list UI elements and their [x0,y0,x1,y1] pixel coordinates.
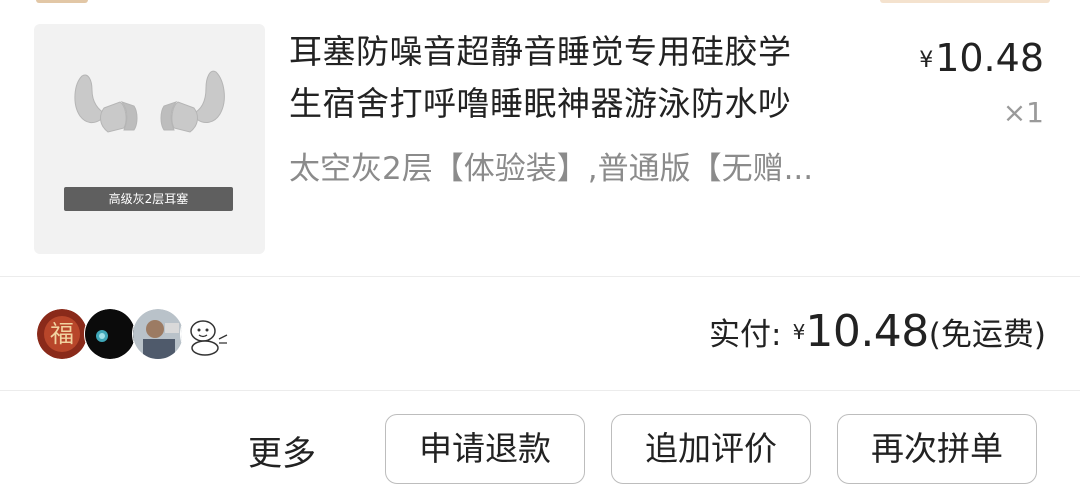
product-thumbnail[interactable]: 高级灰2层耳塞 [34,24,265,254]
avatar-fu: 福 [36,308,88,360]
avatar-photo [132,308,184,360]
group-avatars[interactable]: 福 [36,308,236,360]
paid-amount: 10.48 [805,306,929,357]
divider-1 [0,276,1080,277]
product-title[interactable]: 耳塞防噪音超静音睡觉专用硅胶学 生宿舍打呼噜睡眠神器游泳防水吵 [289,26,889,130]
svg-text:福: 福 [50,320,74,348]
quantity: ×1 [1002,96,1044,129]
paid-currency: ¥ [792,319,806,344]
top-accent-right [880,0,1050,3]
earplug-image [74,70,225,133]
unit-price: ¥10.48 [919,36,1044,80]
paid-label: 实付: [709,317,782,353]
thumbnail-caption: 高级灰2层耳塞 [64,187,233,211]
refund-button[interactable]: 申请退款 [385,414,585,484]
unit-price-value: 10.48 [935,36,1044,80]
shipping-note: (免运费) [928,317,1046,353]
avatar-dark [84,308,136,360]
paid-amount-row: 实付: ¥10.48(免运费) [709,306,1046,357]
product-title-line1: 耳塞防噪音超静音睡觉专用硅胶学 [289,32,792,71]
divider-2 [0,390,1080,391]
add-review-button[interactable]: 追加评价 [611,414,811,484]
product-title-line2: 生宿舍打呼噜睡眠神器游泳防水吵 [289,84,792,123]
unit-price-currency: ¥ [919,48,934,73]
avatar-cartoon [180,308,232,360]
product-variant: 太空灰2层【体验装】,普通版【无赠... [289,151,814,187]
top-accent-left [36,0,88,3]
regroup-button[interactable]: 再次拼单 [837,414,1037,484]
more-button[interactable]: 更多 [248,426,316,475]
